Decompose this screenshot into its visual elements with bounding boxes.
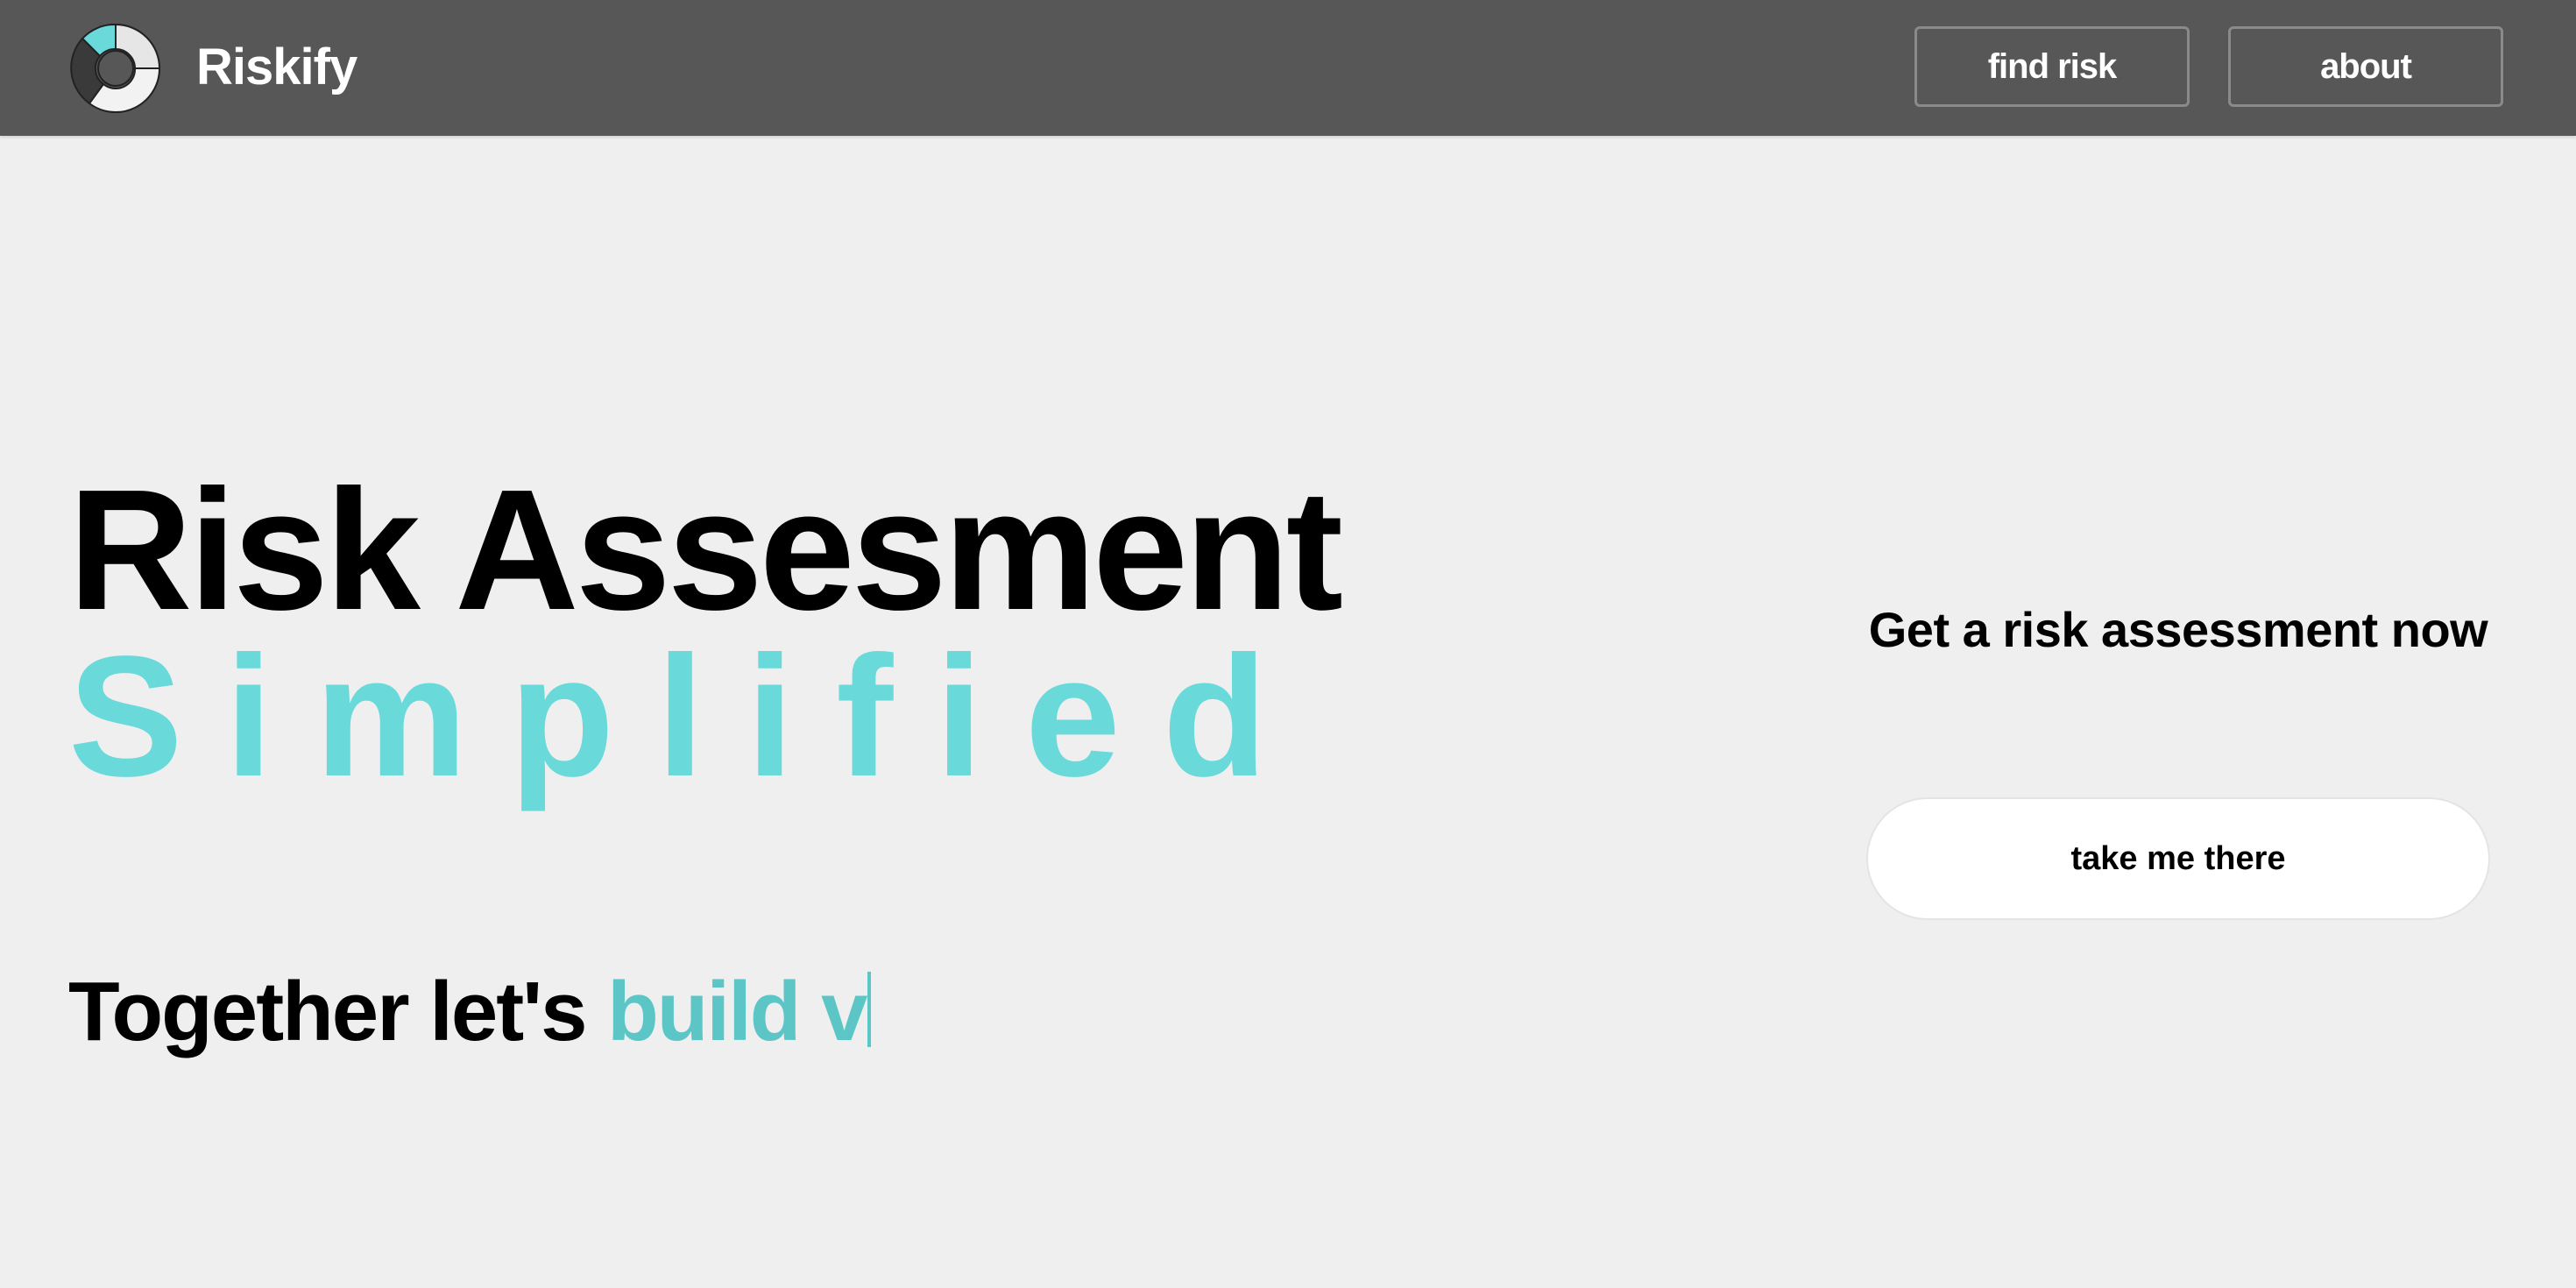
tagline-typed-text: build v [607, 965, 867, 1058]
typing-cursor [867, 972, 872, 1047]
hero-title: Risk Assesment [68, 454, 1343, 646]
riskify-logo-icon[interactable] [67, 19, 165, 117]
typing-tagline: Together let's build v [68, 964, 872, 1060]
top-navigation-bar: Riskify find risk about [0, 0, 2576, 136]
find-risk-button[interactable]: find risk [1914, 26, 2190, 107]
brand-name[interactable]: Riskify [196, 35, 357, 100]
cta-heading: Get a risk assessment now [1868, 602, 2488, 657]
tagline-static-text: Together let's [68, 965, 587, 1058]
take-me-there-button[interactable]: take me there [1866, 797, 2490, 920]
about-button[interactable]: about [2228, 26, 2503, 107]
hero-subtitle: Simplified [68, 620, 1310, 812]
